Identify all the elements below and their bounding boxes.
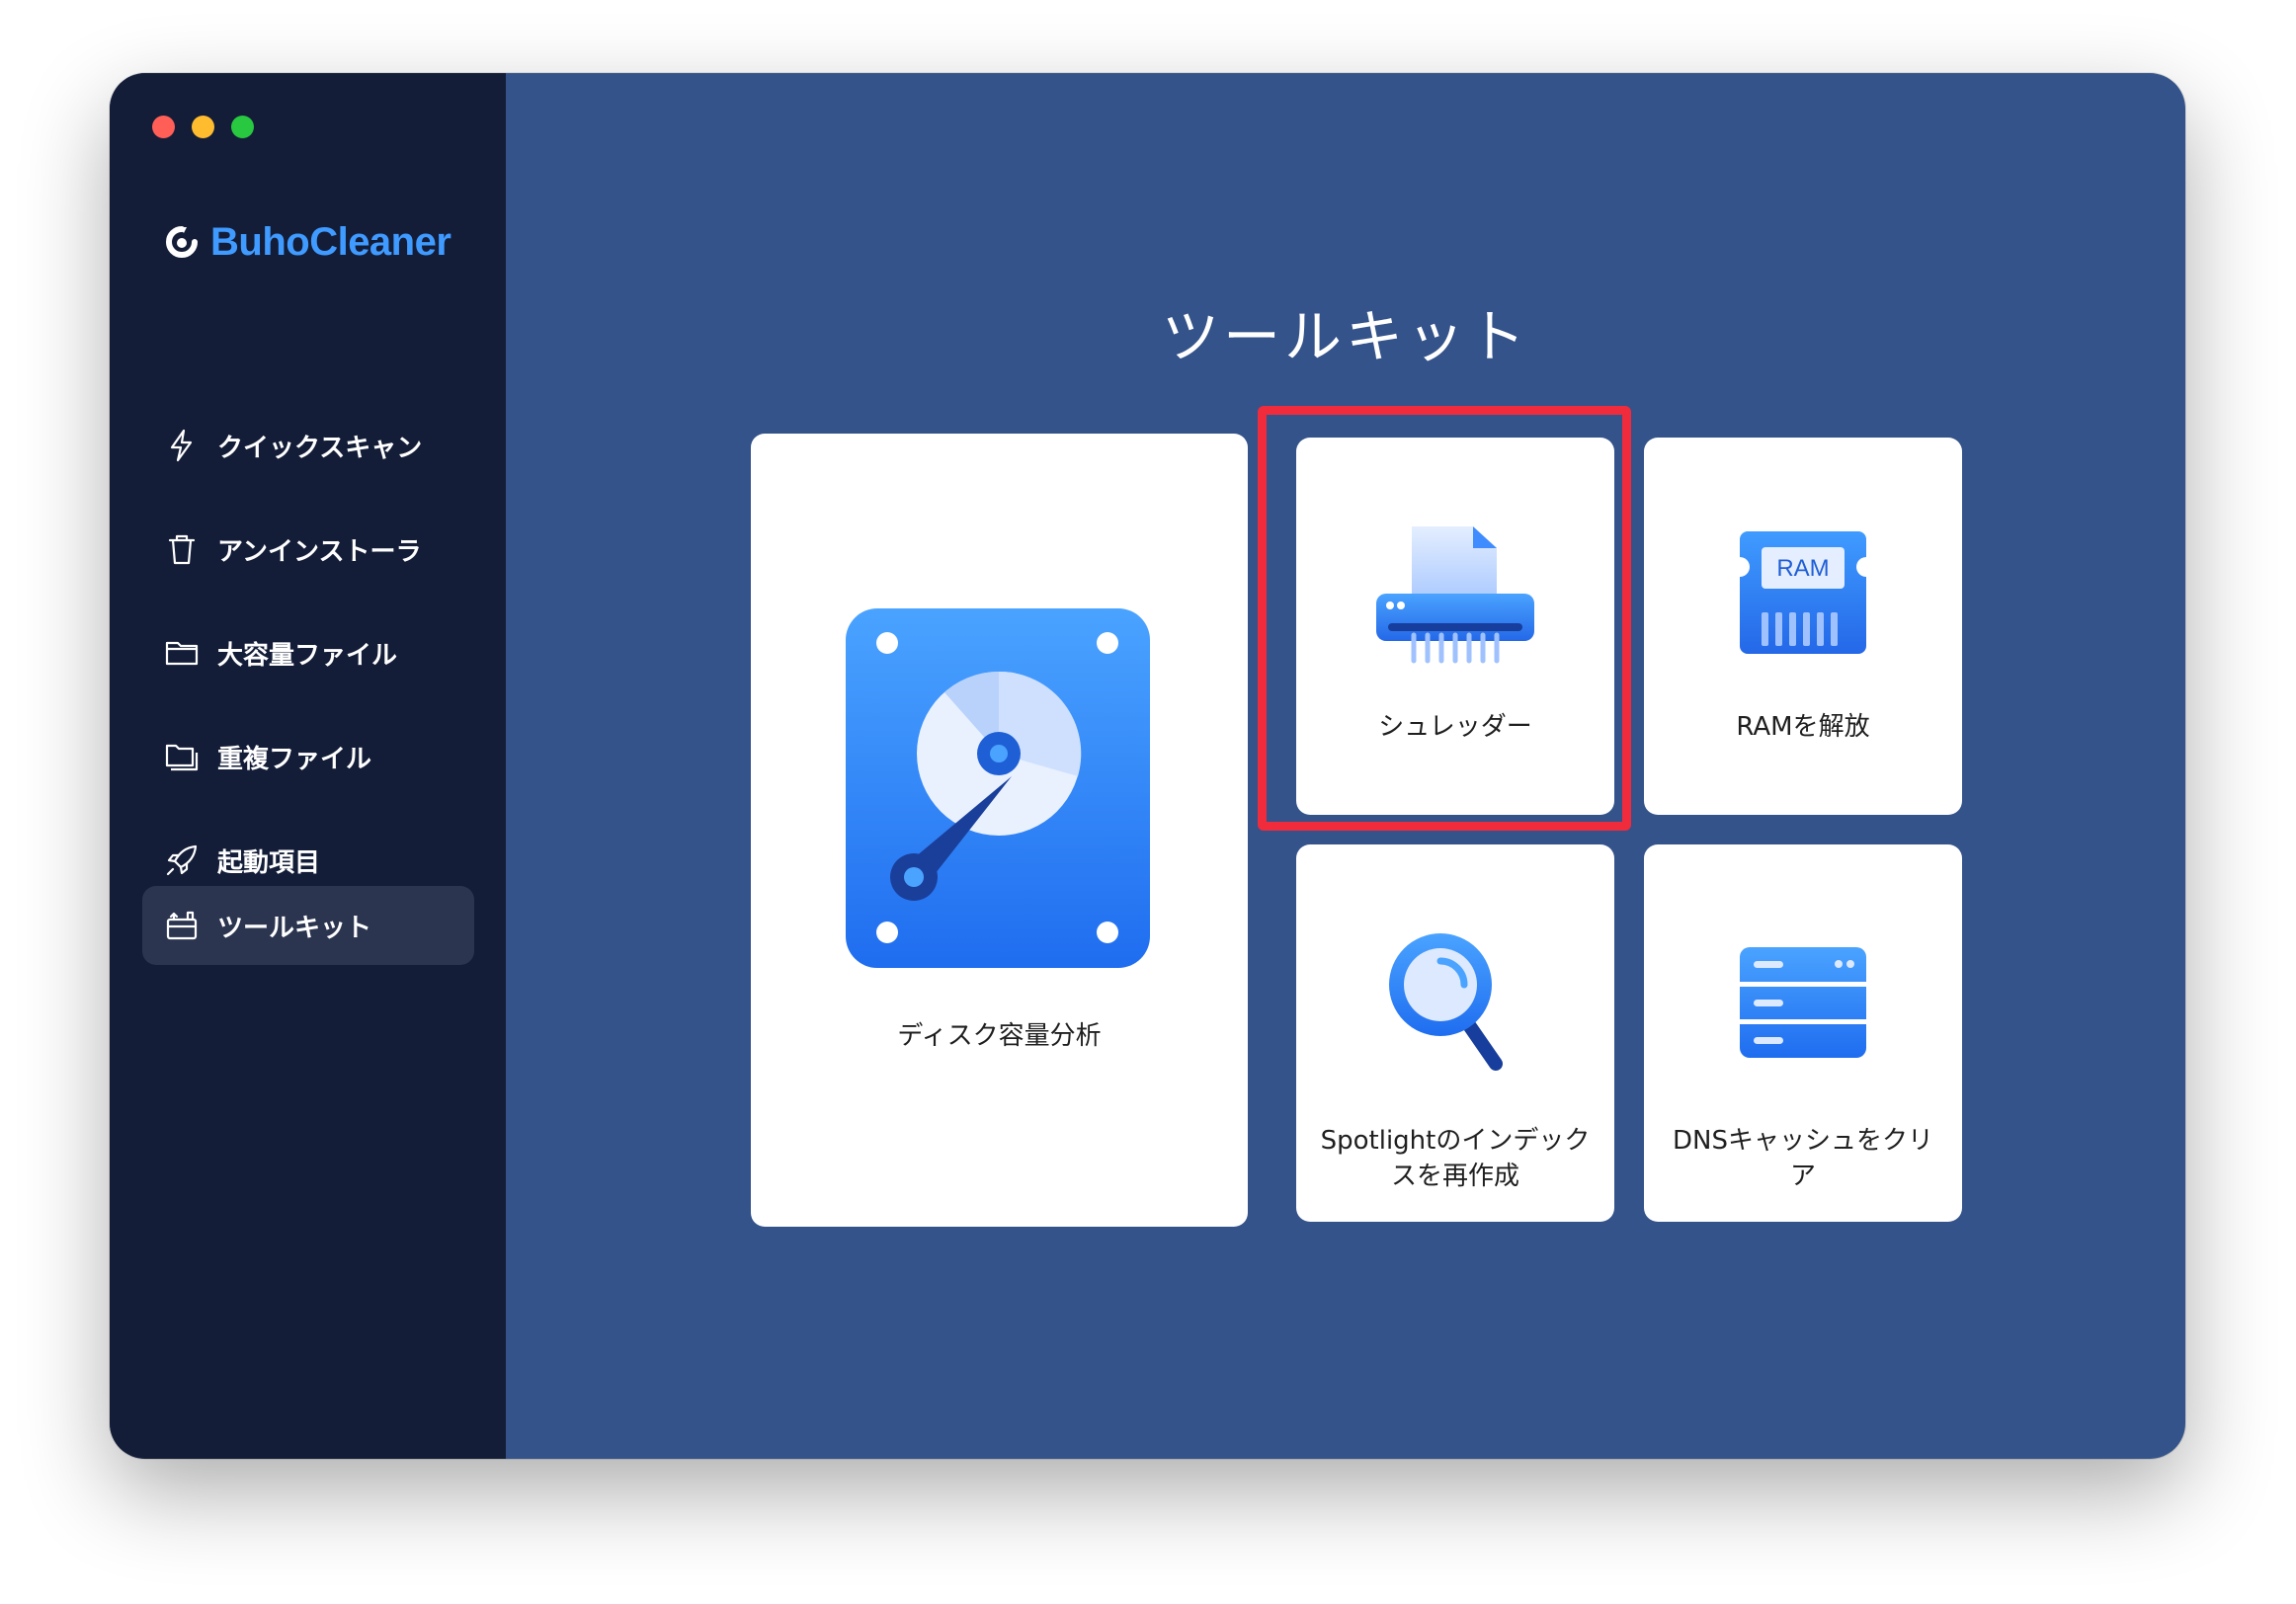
sidebar-item-label: 起動項目 bbox=[217, 847, 321, 878]
sidebar-item-label: アンインストーラ bbox=[217, 536, 422, 567]
server-icon bbox=[1740, 947, 1866, 1058]
tool-label: DNSキャッシュをクリ ア bbox=[1644, 1123, 1962, 1194]
tool-label: RAMを解放 bbox=[1736, 712, 1870, 742]
rocket-icon bbox=[166, 844, 198, 876]
folder-icon bbox=[165, 641, 199, 666]
sidebar-item-label: クイックスキャン bbox=[217, 433, 423, 463]
sidebar-item-duplicate-files[interactable]: 重複ファイル bbox=[142, 717, 474, 796]
clear-dns-cache-card[interactable]: DNSキャッシュをクリ ア bbox=[1644, 844, 1962, 1222]
free-ram-card[interactable]: RAM RAMを解放 bbox=[1644, 438, 1962, 815]
bolt-icon bbox=[170, 429, 193, 462]
app-brand: BuhoCleaner bbox=[165, 212, 451, 272]
sidebar-item-toolkit[interactable]: ツールキット bbox=[142, 886, 474, 965]
duplicate-folder-icon bbox=[165, 744, 199, 771]
sidebar-item-quick-scan[interactable]: クイックスキャン bbox=[142, 406, 474, 485]
tool-label-line: ア bbox=[1789, 1162, 1816, 1191]
sidebar-item-label: 重複ファイル bbox=[217, 744, 372, 774]
disk-analyzer-card[interactable]: ディスク容量分析 bbox=[751, 434, 1248, 1227]
buho-logo-icon bbox=[166, 226, 198, 258]
close-window-button[interactable] bbox=[152, 116, 175, 138]
tool-label-line: DNSキャッシュをクリ bbox=[1673, 1126, 1933, 1156]
trash-icon bbox=[168, 534, 196, 565]
page-title: ツールキット bbox=[1161, 303, 1529, 370]
ram-icon: RAM bbox=[1740, 531, 1866, 654]
app-name: BuhoCleaner bbox=[210, 219, 451, 264]
sidebar-item-uninstaller[interactable]: アンインストーラ bbox=[142, 510, 474, 589]
tool-label: シュレッダー bbox=[1378, 712, 1532, 742]
tool-label: Spotlightのインデック スを再作成 bbox=[1296, 1123, 1614, 1194]
tool-label: ディスク容量分析 bbox=[897, 1021, 1102, 1051]
sidebar: BuhoCleaner クイックスキャン アンインストーラ 大容量ファイル 重複… bbox=[110, 73, 506, 1459]
toolbox-icon bbox=[166, 911, 198, 940]
tool-label-line: スを再作成 bbox=[1390, 1162, 1519, 1191]
shredder-icon bbox=[1376, 526, 1534, 664]
rebuild-spotlight-index-card[interactable]: Spotlightのインデック スを再作成 bbox=[1296, 844, 1614, 1222]
disk-analyzer-icon bbox=[846, 608, 1150, 968]
app-window: BuhoCleaner クイックスキャン アンインストーラ 大容量ファイル 重複… bbox=[110, 73, 2185, 1459]
tool-label-line: Spotlightのインデック bbox=[1320, 1126, 1591, 1156]
minimize-window-button[interactable] bbox=[192, 116, 214, 138]
shredder-card[interactable]: シュレッダー bbox=[1296, 438, 1614, 815]
sidebar-item-large-files[interactable]: 大容量ファイル bbox=[142, 613, 474, 692]
zoom-window-button[interactable] bbox=[231, 116, 254, 138]
sidebar-item-label: ツールキット bbox=[217, 913, 372, 943]
ram-chip-text: RAM bbox=[1776, 555, 1829, 582]
magnifier-icon bbox=[1389, 933, 1503, 1071]
sidebar-item-label: 大容量ファイル bbox=[217, 640, 398, 671]
